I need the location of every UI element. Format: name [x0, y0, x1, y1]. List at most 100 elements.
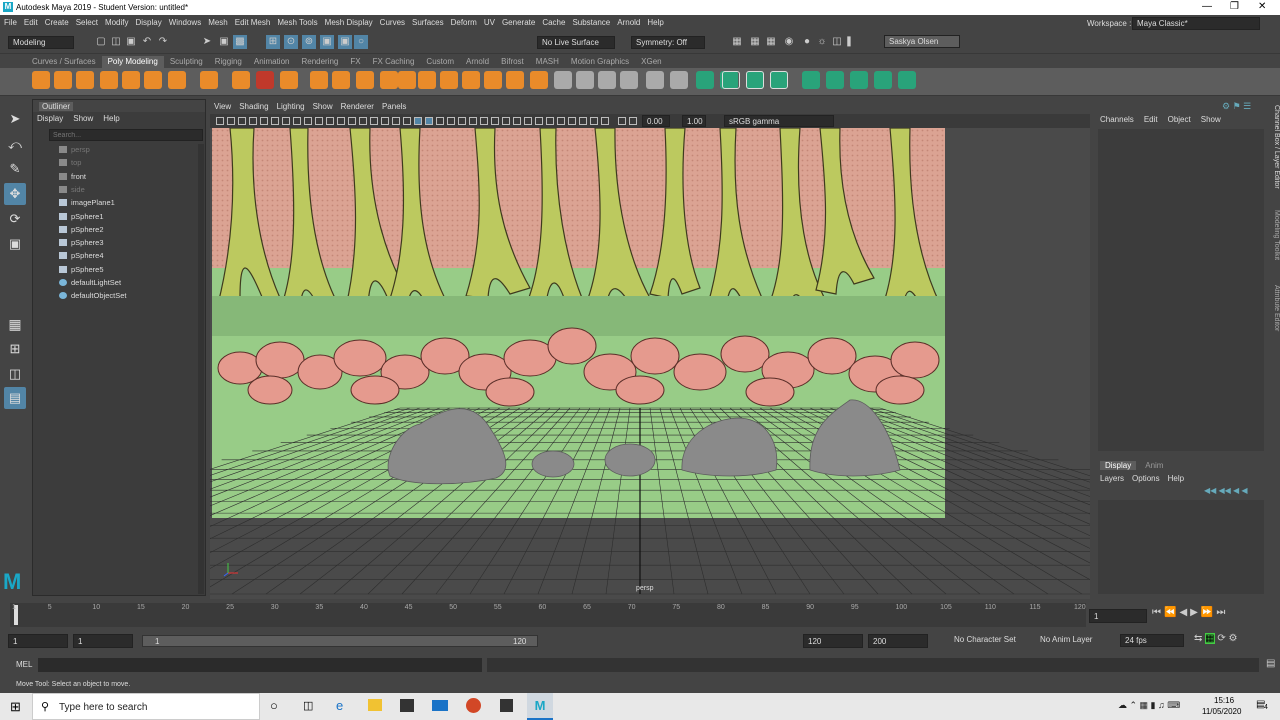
viewport-tool-icon[interactable]	[629, 117, 637, 125]
mode-select[interactable]: Modeling	[8, 36, 74, 49]
type-tool-icon[interactable]	[280, 71, 298, 89]
menu-modify[interactable]: Modify	[105, 18, 129, 27]
step-back-key-icon[interactable]: ⏪	[1164, 607, 1179, 618]
shelf-tab-curves-surfaces[interactable]: Curves / Surfaces	[26, 56, 102, 68]
viewport-tool-icon[interactable]	[238, 117, 246, 125]
shelf-tab-xgen[interactable]: XGen	[635, 56, 667, 68]
select-hierarchy-icon[interactable]: ➤	[200, 35, 214, 49]
viewport-menu-show[interactable]: Show	[313, 101, 333, 113]
go-to-end-icon[interactable]: ⏭	[1216, 607, 1228, 618]
lasso-tool-icon[interactable]: ⤺	[4, 134, 26, 156]
target-weld-icon[interactable]	[554, 71, 572, 89]
task-view-icon[interactable]: ◫	[303, 699, 313, 712]
poly-sphere-icon[interactable]	[32, 71, 50, 89]
snap-curve-icon[interactable]: ⊙	[284, 35, 298, 49]
menu-display[interactable]: Display	[136, 18, 162, 27]
menu-mesh-tools[interactable]: Mesh Tools	[277, 18, 317, 27]
viewport-tool-icon[interactable]	[458, 117, 466, 125]
outliner-item[interactable]: defaultObjectSet	[59, 290, 126, 302]
poly-torus-icon[interactable]	[122, 71, 140, 89]
outliner-item[interactable]: imagePlane1	[59, 197, 115, 209]
snap-together-icon[interactable]	[770, 71, 788, 89]
super-shape-icon[interactable]	[232, 71, 250, 89]
outliner-item[interactable]: side	[59, 184, 85, 196]
animation-end-field[interactable]: 200	[868, 634, 928, 648]
mail-icon[interactable]	[432, 700, 448, 711]
menu-file[interactable]: File	[4, 18, 17, 27]
outliner-item[interactable]: defaultLightSet	[59, 277, 121, 289]
shelf-tab-rigging[interactable]: Rigging	[209, 56, 248, 68]
outliner-item[interactable]: persp	[59, 144, 90, 156]
viewport-tool-icon[interactable]	[326, 117, 334, 125]
hypershade-icon[interactable]: ◉	[782, 35, 796, 49]
single-view-layout-icon[interactable]: ▦	[4, 313, 26, 335]
bevel-icon[interactable]	[620, 71, 638, 89]
outliner-layout-icon[interactable]: ▤	[4, 387, 26, 409]
new-scene-icon[interactable]: ▢	[94, 35, 108, 49]
viewport-tool-icon[interactable]	[557, 117, 565, 125]
viewport-tool-icon[interactable]	[282, 117, 290, 125]
fill-hole-icon[interactable]	[506, 71, 524, 89]
channelbox-menu-edit[interactable]: Edit	[1144, 115, 1158, 124]
layer-tab-anim[interactable]: Anim	[1140, 461, 1168, 470]
crease-icon[interactable]	[696, 71, 714, 89]
powerpoint-icon[interactable]	[466, 698, 481, 713]
store-icon[interactable]	[400, 699, 414, 712]
menu-create[interactable]: Create	[45, 18, 69, 27]
maximize-button[interactable]: ❐	[1230, 1, 1239, 12]
shelf-tab-rendering[interactable]: Rendering	[295, 56, 344, 68]
layout-uv-icon[interactable]	[850, 71, 868, 89]
outliner-search-input[interactable]	[49, 129, 203, 141]
undo-icon[interactable]: ↶	[140, 35, 154, 49]
viewport-tool-icon[interactable]	[381, 117, 389, 125]
mel-input[interactable]	[38, 658, 482, 672]
mirror-icon[interactable]	[440, 71, 458, 89]
select-component-icon[interactable]: ▩	[233, 35, 247, 49]
viewport-menu-shading[interactable]: Shading	[239, 101, 268, 113]
windows-start-icon[interactable]: ⊞	[10, 699, 21, 715]
viewport-tool-icon[interactable]	[315, 117, 323, 125]
select-object-icon[interactable]: ▣	[217, 35, 231, 49]
minimize-button[interactable]: —	[1202, 1, 1212, 12]
user-account[interactable]: Saskya Olsen	[884, 35, 960, 48]
menu-surfaces[interactable]: Surfaces	[412, 18, 444, 27]
paint-select-tool-icon[interactable]: ✎	[4, 158, 26, 180]
shelf-tab-mash[interactable]: MASH	[530, 56, 565, 68]
sticky-notes-icon[interactable]	[500, 699, 513, 712]
system-tray-icons[interactable]: ☁ ⌃ ▦ ▮ ♫ ⌨	[1118, 700, 1180, 711]
shelf-tab-arnold[interactable]: Arnold	[460, 56, 495, 68]
viewport-tool-icon[interactable]	[590, 117, 598, 125]
animation-start-field[interactable]: 1	[8, 634, 68, 648]
symmetry-select[interactable]: Symmetry: Off	[631, 36, 705, 49]
viewport-tool-icon[interactable]	[601, 117, 609, 125]
move-pivot-icon[interactable]	[722, 71, 740, 89]
cortana-icon[interactable]: ○	[270, 698, 278, 713]
taskbar-search[interactable]: ⚲ Type here to search	[32, 693, 260, 720]
outliner-item[interactable]: top	[59, 157, 81, 169]
layer-tab-display[interactable]: Display	[1100, 461, 1137, 470]
clock-date[interactable]: 11/05/2020	[1202, 707, 1241, 716]
snap-surface-icon[interactable]: ▣	[320, 35, 334, 49]
extract-icon[interactable]	[418, 71, 436, 89]
boolean-icon[interactable]	[398, 71, 416, 89]
outliner-menu-help[interactable]: Help	[103, 114, 119, 123]
sweep-mesh-icon[interactable]	[256, 71, 274, 89]
snap-grid-icon[interactable]: ⊞	[266, 35, 280, 49]
character-set-select[interactable]: No Character Set	[950, 634, 1032, 647]
play-icon[interactable]: ▶	[1190, 607, 1201, 618]
side-tab-channel-box-layer-editor[interactable]: Channel Box / Layer Editor	[1268, 105, 1280, 189]
outliner-item[interactable]: pSphere4	[59, 250, 104, 262]
menu-deform[interactable]: Deform	[451, 18, 477, 27]
menu-windows[interactable]: Windows	[169, 18, 201, 27]
shelf-tab-animation[interactable]: Animation	[248, 56, 296, 68]
combine-icon[interactable]	[332, 71, 350, 89]
menu-edit[interactable]: Edit	[24, 18, 38, 27]
viewport-tool-icon[interactable]	[249, 117, 257, 125]
side-tab-modeling-toolkit[interactable]: Modeling Toolkit	[1268, 210, 1280, 260]
viewport-tool-icon[interactable]	[513, 117, 521, 125]
viewport-canvas[interactable]: persp	[210, 128, 1090, 599]
gamma-field[interactable]: 1.00	[682, 115, 706, 127]
shelf-tab-fx[interactable]: FX	[344, 56, 366, 68]
viewport-tool-icon[interactable]	[436, 117, 444, 125]
viewport-tool-icon[interactable]	[216, 117, 224, 125]
